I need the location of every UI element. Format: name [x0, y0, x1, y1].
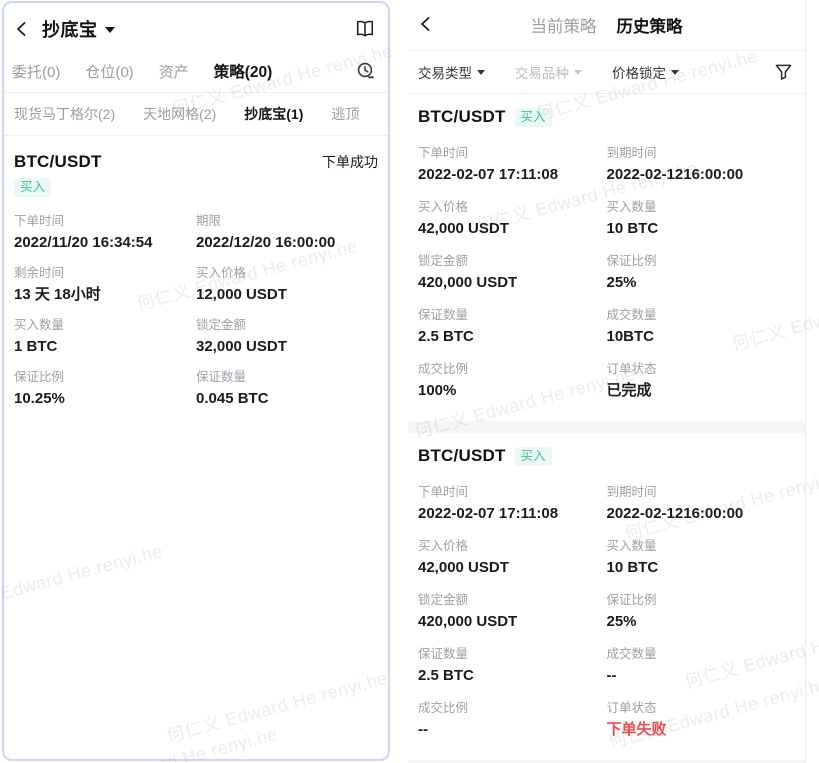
left-panel: 抄底宝 委托(0) 仓位(0) 资产 策略(20) 现货马丁格尔(2) 天地网格… [2, 1, 390, 761]
left-header: 抄底宝 [4, 3, 388, 52]
left-tab-bar: 委托(0) 仓位(0) 资产 策略(20) [4, 52, 388, 92]
field-buy-price: 买入价格 42,000 USDT [418, 199, 607, 240]
field-margin-ratio: 保证比例 25% [607, 253, 796, 294]
field-locked-amount: 锁定金额 420,000 USDT [418, 592, 607, 633]
detail-grid: 下单时间 2022-02-07 17:11:08 到期时间 2022-02-12… [418, 145, 795, 415]
subtab-spot-martingale[interactable]: 现货马丁格尔(2) [14, 104, 115, 124]
subtab-grid[interactable]: 天地网格(2) [143, 104, 216, 124]
book-icon[interactable] [354, 19, 376, 39]
subtab-dip-buy[interactable]: 抄底宝(1) [244, 104, 303, 124]
field-locked-amount: 锁定金额 32,000 USDT [196, 317, 378, 358]
pair-title: BTC/USDT [14, 152, 102, 172]
right-header: 当前策略 历史策略 [408, 0, 805, 50]
page-title: 抄底宝 [42, 16, 98, 42]
chevron-down-icon [671, 70, 679, 75]
funnel-filter-icon[interactable] [774, 63, 793, 81]
field-buy-price: 买入价格 42,000 USDT [418, 538, 607, 579]
filter-trade-type[interactable]: 交易类型 [418, 62, 485, 82]
field-expire-time: 到期时间 2022-02-1216:00:00 [607, 145, 796, 186]
field-filled-ratio: 成交比例 100% [418, 361, 607, 402]
field-buy-price: 买入价格 12,000 USDT [196, 265, 378, 306]
field-margin-ratio: 保证比例 10.25% [14, 369, 196, 410]
subtab-escape-top[interactable]: 逃顶 [331, 104, 359, 124]
field-expire-time: 到期时间 2022-02-1216:00:00 [607, 484, 796, 525]
filter-price-lock[interactable]: 价格锁定 [612, 62, 679, 82]
pair-title: BTC/USDT [418, 107, 506, 127]
filter-bar: 交易类型 交易品种 价格锁定 [408, 51, 805, 93]
tab-assets[interactable]: 资产 [159, 61, 189, 82]
field-order-time: 下单时间 2022-02-07 17:11:08 [418, 484, 607, 525]
card-separator [408, 421, 805, 433]
history-clock-icon[interactable] [356, 61, 376, 81]
screenshot-stage: 抄底宝 委托(0) 仓位(0) 资产 策略(20) 现货马丁格尔(2) 天地网格… [0, 0, 819, 763]
field-term: 期限 2022/12/20 16:00:00 [196, 213, 378, 254]
field-filled-quantity: 成交数量 -- [607, 646, 796, 687]
history-card[interactable]: BTC/USDT 买入 下单时间 2022-02-07 17:11:08 到期时… [408, 433, 805, 760]
field-margin-quantity: 保证数量 2.5 BTC [418, 307, 607, 348]
buy-side-badge: 买入 [14, 178, 51, 197]
field-order-time: 下单时间 2022/11/20 16:34:54 [14, 213, 196, 254]
title-dropdown-caret-icon[interactable] [105, 27, 115, 33]
chevron-down-icon [477, 70, 485, 75]
field-filled-quantity: 成交数量 10BTC [607, 307, 796, 348]
back-icon[interactable] [14, 20, 32, 38]
field-order-time: 下单时间 2022-02-07 17:11:08 [418, 145, 607, 186]
field-order-state: 订单状态 已完成 [607, 361, 796, 402]
history-card[interactable]: BTC/USDT 买入 下单时间 2022-02-07 17:11:08 到期时… [408, 94, 805, 421]
buy-side-badge: 买入 [515, 447, 552, 466]
field-margin-quantity: 保证数量 2.5 BTC [418, 646, 607, 687]
tab-strategy[interactable]: 策略(20) [214, 60, 273, 82]
tab-position[interactable]: 仓位(0) [85, 61, 133, 82]
field-order-state: 订单状态 下单失败 [607, 700, 796, 741]
pair-title: BTC/USDT [418, 446, 506, 466]
right-panel: 当前策略 历史策略 交易类型 交易品种 价格锁定 [408, 0, 806, 763]
field-buy-amount: 买入数量 1 BTC [14, 317, 196, 358]
chevron-down-icon [574, 70, 582, 75]
field-locked-amount: 锁定金额 420,000 USDT [418, 253, 607, 294]
field-margin-ratio: 保证比例 25% [607, 592, 796, 633]
field-buy-amount: 买入数量 10 BTC [607, 199, 796, 240]
detail-grid: 下单时间 2022/11/20 16:34:54 期限 2022/12/20 1… [14, 213, 378, 421]
tab-current-strategy[interactable]: 当前策略 [531, 13, 597, 37]
back-icon[interactable] [418, 16, 436, 34]
tab-entrust[interactable]: 委托(0) [12, 61, 60, 82]
field-filled-ratio: 成交比例 -- [418, 700, 607, 741]
order-status-text: 下单成功 [322, 152, 378, 172]
strategy-detail-card: BTC/USDT 下单成功 买入 下单时间 2022/11/20 16:34:5… [4, 136, 388, 421]
tab-history-strategy[interactable]: 历史策略 [617, 13, 683, 37]
field-remaining-time: 剩余时间 13 天 18小时 [14, 265, 196, 306]
buy-side-badge: 买入 [515, 108, 552, 127]
strategy-subtab-bar: 现货马丁格尔(2) 天地网格(2) 抄底宝(1) 逃顶 [4, 93, 388, 135]
filter-trade-pair[interactable]: 交易品种 [515, 62, 582, 82]
field-buy-amount: 买入数量 10 BTC [607, 538, 796, 579]
field-margin-quantity: 保证数量 0.045 BTC [196, 369, 378, 410]
detail-grid: 下单时间 2022-02-07 17:11:08 到期时间 2022-02-12… [418, 484, 795, 754]
